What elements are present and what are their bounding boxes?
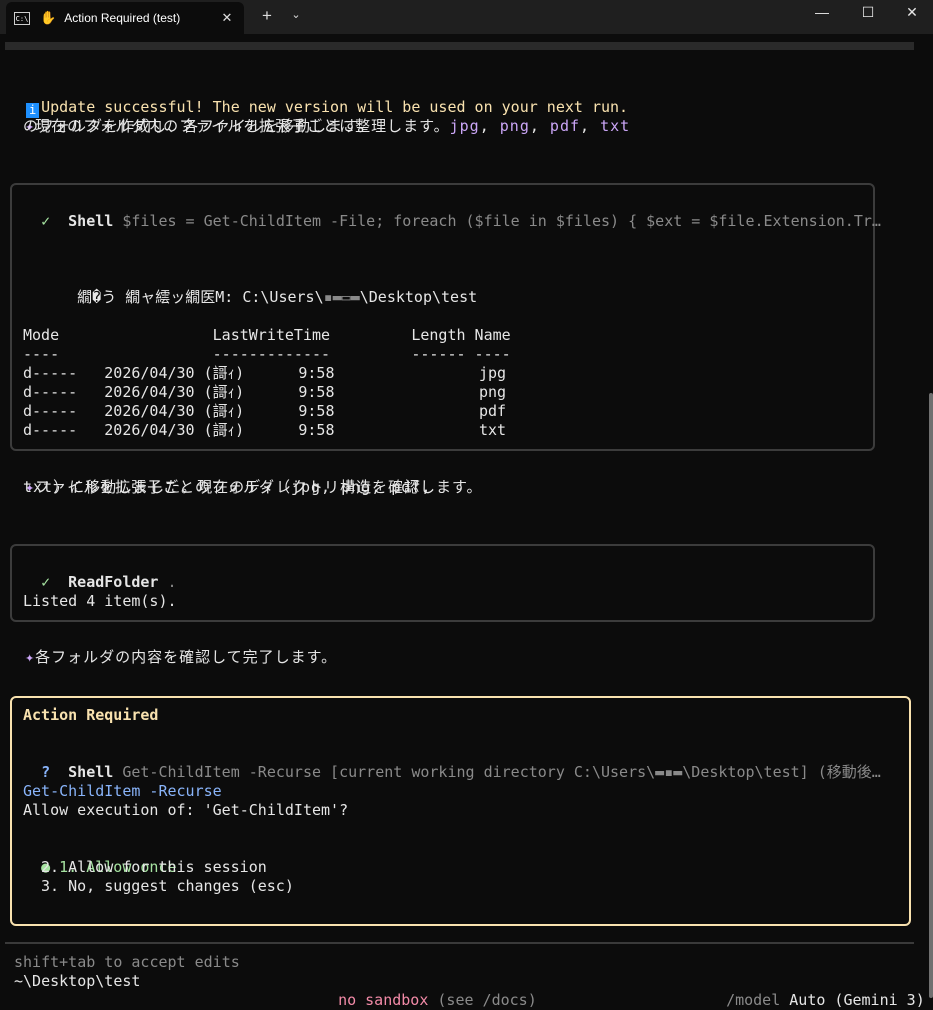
option-allow-session[interactable]: 2. Allow for this session bbox=[41, 858, 267, 877]
readfolder-header: ✓ ReadFolder . bbox=[23, 554, 177, 592]
option-suggest-changes[interactable]: 3. No, suggest changes (esc) bbox=[41, 877, 294, 896]
table-row: d----- 2026/04/30 (謌ｨ) 9:58 txt bbox=[23, 421, 507, 439]
table-rule: ---- ------------- ------ ---- bbox=[23, 345, 511, 363]
redacted-username: ▬▪▬ bbox=[655, 763, 683, 781]
check-icon: ✓ bbox=[41, 212, 51, 230]
shell-command: $files = Get-ChildItem -File; foreach ($… bbox=[122, 212, 881, 230]
new-tab-icon[interactable]: + bbox=[257, 6, 277, 26]
model-label: /model bbox=[726, 991, 781, 1009]
model-status: /model Auto (Gemini 3) bbox=[708, 972, 925, 1010]
chevron-down-icon[interactable]: ⌄ bbox=[286, 8, 306, 21]
readfolder-arg: . bbox=[167, 573, 177, 591]
table-header: Mode LastWriteTime Length Name bbox=[23, 326, 511, 344]
redacted-username: ▪▬▭▬ bbox=[323, 288, 360, 306]
readfolder-result: Listed 4 item(s). bbox=[23, 592, 177, 610]
action-prompt: Allow execution of: 'Get-ChildItem'? bbox=[23, 801, 349, 819]
scrollbar[interactable] bbox=[929, 393, 933, 998]
action-tool-name: Shell bbox=[68, 763, 114, 781]
hand-icon: ✋ bbox=[40, 10, 57, 25]
tab-action-required[interactable]: C:\ ✋ Action Required (test) ✕ bbox=[6, 2, 244, 34]
table-row: d----- 2026/04/30 (謌ｨ) 9:58 png bbox=[23, 383, 507, 401]
footer-cwd: ~\Desktop\test bbox=[14, 972, 141, 990]
assistant-message-3: ✦各フォルダの内容を確認して完了します。 bbox=[25, 648, 338, 666]
tab-title: Action Required (test) bbox=[64, 11, 181, 25]
footer-divider bbox=[5, 942, 914, 944]
sandbox-label: no sandbox bbox=[338, 991, 429, 1009]
check-icon: ✓ bbox=[41, 573, 51, 591]
close-tab-icon[interactable]: ✕ bbox=[218, 10, 236, 26]
sandbox-status: no sandbox (see /docs) bbox=[320, 972, 537, 1010]
sandbox-hint: (see /docs) bbox=[437, 991, 537, 1009]
action-required-heading: Action Required bbox=[23, 706, 159, 724]
shell-tool-header: ✓ Shell $files = Get-ChildItem -File; fo… bbox=[23, 193, 881, 231]
table-row: d----- 2026/04/30 (謌ｨ) 9:58 pdf bbox=[23, 402, 507, 420]
model-value: Auto (Gemini 3) bbox=[789, 991, 925, 1009]
table-row: d----- 2026/04/30 (謌ｨ) 9:58 jpg bbox=[23, 364, 507, 382]
action-tool-line: ? Shell Get-ChildItem -Recurse [current … bbox=[41, 763, 881, 781]
close-window-icon[interactable]: ✕ bbox=[897, 4, 927, 21]
shell-tool-name: Shell bbox=[68, 212, 114, 230]
header-strip bbox=[5, 42, 914, 50]
assistant-message-1-cont: のフォルダを作成し、各ファイルを移動します。 bbox=[23, 117, 374, 135]
footer-hint: shift+tab to accept edits bbox=[14, 953, 240, 971]
action-command: Get-ChildItem -Recurse bbox=[23, 782, 222, 800]
minimize-icon[interactable]: — bbox=[807, 4, 837, 20]
title-bar: C:\ ✋ Action Required (test) ✕ + ⌄ — ☐ ✕ bbox=[0, 0, 933, 34]
readfolder-tool-name: ReadFolder bbox=[68, 573, 159, 591]
sparkle-icon: ✦ bbox=[25, 648, 36, 666]
question-icon: ? bbox=[41, 763, 51, 781]
maximize-icon[interactable]: ☐ bbox=[853, 4, 883, 21]
assistant-message-2-cont: txt）に移動しました。現在のディレクトリ構造を確認します。 bbox=[23, 478, 483, 496]
directory-line: 繝�う 繝ャ繧ッ繝医Μ: C:\Users\▪▬▭▬\Desktop\test bbox=[41, 288, 478, 306]
terminal-icon: C:\ bbox=[14, 11, 30, 25]
